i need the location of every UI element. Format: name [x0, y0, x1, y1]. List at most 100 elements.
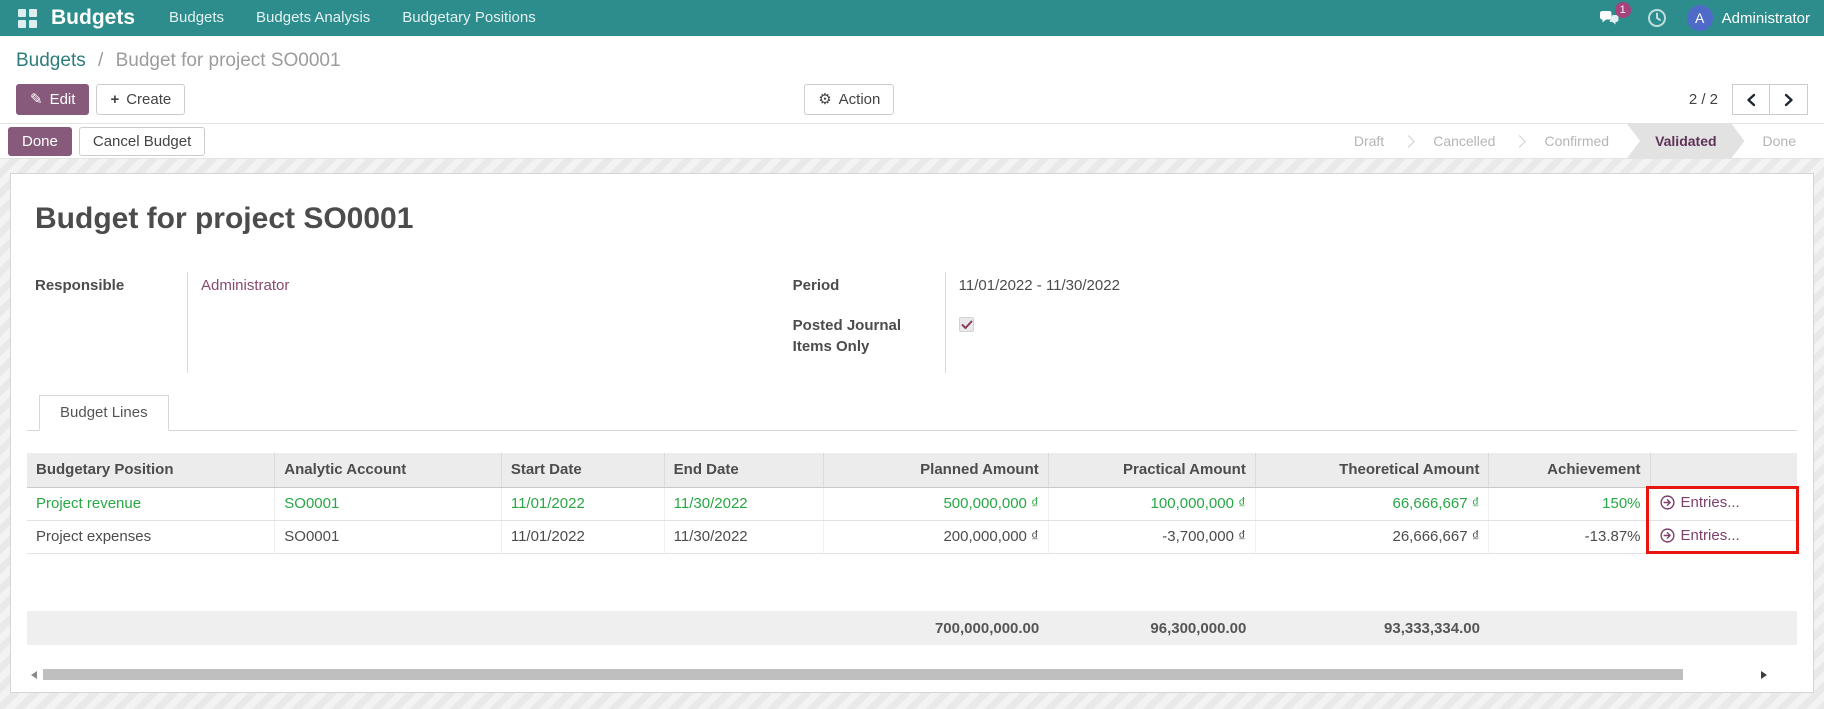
state-confirmed[interactable]: Confirmed — [1526, 124, 1627, 158]
cell-achievement[interactable]: -13.87% — [1488, 520, 1651, 554]
menu-budgetary-positions[interactable]: Budgetary Positions — [386, 0, 551, 36]
period-value: 11/01/2022 - 11/30/2022 — [944, 272, 1621, 312]
pager: 2 / 2 — [1689, 84, 1808, 115]
responsible-value-link[interactable]: Administrator — [187, 272, 793, 373]
cell-budgetary-position[interactable]: Project expenses — [27, 520, 275, 554]
total-practical-amount: 96,300,000.00 — [1048, 611, 1256, 645]
scroll-right-arrow-icon[interactable] — [1761, 671, 1767, 679]
cell-end-date[interactable]: 11/30/2022 — [663, 487, 824, 521]
edit-button[interactable]: ✎ Edit — [16, 84, 90, 115]
statusbar-states: Draft Cancelled Confirmed Validated Done — [1336, 124, 1814, 158]
record-buttons: ✎ Edit + Create — [16, 84, 186, 115]
posted-journal-items-label: Posted Journal Items Only — [792, 317, 902, 355]
activities-clock-icon[interactable] — [1641, 8, 1673, 28]
cell-theoretical-amount[interactable]: 66,666,667 ₫ — [1254, 487, 1489, 521]
entries-button[interactable]: Entries... — [1659, 526, 1740, 544]
field-groups: Responsible Administrator Period 11/01/2… — [35, 272, 1797, 373]
entries-button[interactable]: Entries... — [1659, 493, 1740, 511]
col-achievement[interactable]: Achievement — [1488, 453, 1651, 488]
app-brand[interactable]: Budgets — [51, 6, 135, 30]
col-theoretical-amount[interactable]: Theoretical Amount — [1254, 453, 1489, 488]
form-sheet: Budget for project SO0001 Responsible Ad… — [10, 173, 1814, 693]
cell-budgetary-position[interactable]: Project revenue — [27, 487, 275, 521]
budget-lines-table: Budgetary Position Analytic Account Star… — [27, 453, 1797, 645]
cell-planned-amount[interactable]: 200,000,000 ₫ — [822, 520, 1049, 554]
pencil-icon: ✎ — [30, 91, 43, 108]
col-planned-amount[interactable]: Planned Amount — [822, 453, 1049, 488]
navbar-left: Budgets Budgets Budgets Analysis Budgeta… — [14, 0, 552, 36]
posted-journal-items-checkbox[interactable] — [958, 317, 974, 332]
breadcrumb-budgets-link[interactable]: Budgets — [16, 50, 86, 71]
top-navbar: Budgets Budgets Budgets Analysis Budgeta… — [0, 0, 1824, 36]
create-button[interactable]: + Create — [96, 84, 186, 115]
col-start-date[interactable]: Start Date — [500, 453, 665, 488]
user-name: Administrator — [1721, 9, 1810, 27]
scroll-left-arrow-icon[interactable] — [31, 671, 37, 679]
gear-icon: ⚙ — [818, 91, 832, 108]
action-button-container: ⚙ Action — [804, 84, 895, 115]
state-draft[interactable]: Draft — [1336, 124, 1402, 158]
cell-practical-amount[interactable]: -3,700,000 ₫ — [1047, 520, 1256, 554]
cell-achievement[interactable]: 150% — [1488, 487, 1651, 521]
tab-budget-lines[interactable]: Budget Lines — [39, 395, 169, 431]
cell-analytic-account[interactable]: SO0001 — [274, 520, 502, 554]
user-menu[interactable]: A Administrator — [1686, 5, 1810, 31]
total-theoretical-amount: 93,333,334.00 — [1255, 611, 1489, 645]
period-field-row: Period 11/01/2022 - 11/30/2022 — [793, 272, 1621, 312]
notebook-tabs: Budget Lines — [27, 395, 1797, 431]
cell-start-date[interactable]: 11/01/2022 — [500, 520, 665, 554]
state-chevron-icon — [1402, 134, 1416, 148]
cell-planned-amount[interactable]: 500,000,000 ₫ — [822, 487, 1049, 521]
avatar: A — [1686, 5, 1713, 31]
responsible-label: Responsible — [35, 277, 125, 294]
edit-button-label: Edit — [49, 91, 76, 108]
left-field-group: Responsible Administrator — [35, 272, 793, 373]
statusbar: Done Cancel Budget Draft Cancelled Confi… — [0, 123, 1824, 159]
scrollbar-thumb[interactable] — [43, 669, 1683, 680]
right-field-group: Period 11/01/2022 - 11/30/2022 Posted Jo… — [793, 272, 1621, 373]
cell-theoretical-amount[interactable]: 26,666,667 ₫ — [1254, 520, 1489, 554]
done-button[interactable]: Done — [8, 126, 72, 156]
messages-icon[interactable]: 1 — [1593, 2, 1631, 27]
breadcrumb-current: Budget for project SO0001 — [115, 50, 341, 71]
pager-buttons — [1732, 84, 1808, 115]
entries-button-label: Entries... — [1680, 493, 1740, 511]
col-entries — [1649, 453, 1797, 488]
menu-budgets-analysis[interactable]: Budgets Analysis — [240, 0, 386, 36]
state-chevron-icon — [1513, 134, 1527, 148]
cell-entries: Entries... — [1649, 520, 1797, 554]
col-end-date[interactable]: End Date — [663, 453, 824, 488]
statusbar-buttons: Done Cancel Budget — [8, 126, 206, 156]
pager-previous-button[interactable] — [1732, 84, 1770, 115]
apps-menu-icon[interactable] — [14, 5, 41, 32]
horizontal-scrollbar[interactable] — [29, 669, 1795, 681]
breadcrumb-separator: / — [98, 50, 104, 71]
entries-button-label: Entries... — [1680, 526, 1740, 544]
cell-end-date[interactable]: 11/30/2022 — [663, 520, 824, 554]
cell-analytic-account[interactable]: SO0001 — [274, 487, 502, 521]
posted-journal-items-row: Posted Journal Items Only — [793, 312, 1621, 373]
cell-start-date[interactable]: 11/01/2022 — [500, 487, 665, 521]
cell-entries: Entries... — [1649, 487, 1797, 521]
table-row-project-expenses[interactable]: Project expenses SO0001 11/01/2022 11/30… — [27, 520, 1797, 554]
messages-count-badge: 1 — [1614, 2, 1631, 18]
state-cancelled[interactable]: Cancelled — [1415, 124, 1513, 158]
cancel-budget-button[interactable]: Cancel Budget — [78, 126, 206, 156]
state-validated-active[interactable]: Validated — [1627, 124, 1744, 158]
total-planned-amount: 700,000,000.00 — [823, 611, 1049, 645]
navbar-right: 1 A Administrator — [1593, 0, 1810, 36]
col-practical-amount[interactable]: Practical Amount — [1047, 453, 1256, 488]
action-button[interactable]: ⚙ Action — [804, 84, 895, 115]
cell-practical-amount[interactable]: 100,000,000 ₫ — [1047, 487, 1256, 521]
menu-budgets[interactable]: Budgets — [153, 0, 240, 36]
state-done[interactable]: Done — [1745, 124, 1814, 158]
table-header-row: Budgetary Position Analytic Account Star… — [27, 453, 1797, 488]
pager-next-button[interactable] — [1770, 84, 1808, 115]
col-budgetary-position[interactable]: Budgetary Position — [27, 453, 275, 488]
control-panel-buttons-row: ✎ Edit + Create ⚙ Action 2 / 2 — [16, 84, 1808, 115]
content-background: Budget for project SO0001 Responsible Ad… — [0, 159, 1824, 709]
control-panel: Budgets / Budget for project SO0001 ✎ Ed… — [0, 36, 1824, 123]
table-row-project-revenue[interactable]: Project revenue SO0001 11/01/2022 11/30/… — [27, 487, 1797, 521]
table-totals-row: 700,000,000.00 96,300,000.00 93,333,334.… — [27, 611, 1797, 645]
col-analytic-account[interactable]: Analytic Account — [274, 453, 502, 488]
